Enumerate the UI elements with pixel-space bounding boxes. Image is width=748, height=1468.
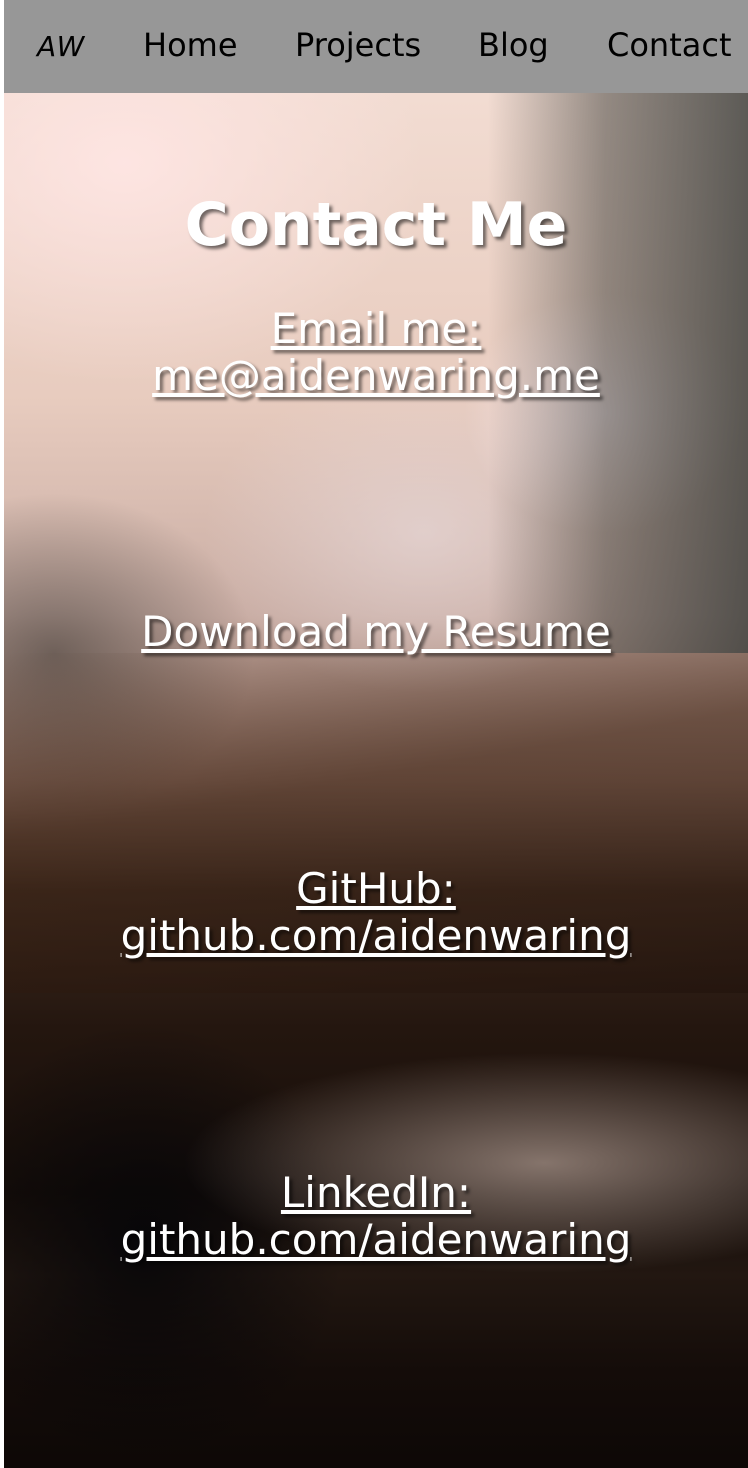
email-address: me@aidenwaring.me xyxy=(152,351,600,400)
nav-link-projects[interactable]: Projects xyxy=(295,25,421,65)
nav-link-contact[interactable]: Contact xyxy=(607,25,732,65)
email-label: Email me: xyxy=(270,304,482,353)
site-logo[interactable]: AW xyxy=(37,29,85,65)
nav-link-blog[interactable]: Blog xyxy=(478,25,549,65)
linkedin-label: LinkedIn: xyxy=(280,1168,472,1217)
page-title: Contact Me xyxy=(184,190,568,260)
page: AW Home Projects Blog Contact Contact Me… xyxy=(4,0,748,1468)
resume-label: Download my Resume xyxy=(141,607,611,656)
email-link[interactable]: Email me: me@aidenwaring.me xyxy=(76,305,676,399)
github-label: GitHub: xyxy=(296,864,456,913)
download-resume-link[interactable]: Download my Resume xyxy=(76,608,676,655)
github-url: github.com/aidenwaring xyxy=(120,911,632,960)
github-link[interactable]: GitHub: github.com/aidenwaring xyxy=(76,865,676,959)
linkedin-link[interactable]: LinkedIn: github.com/aidenwaring xyxy=(76,1169,676,1263)
linkedin-url: github.com/aidenwaring xyxy=(120,1215,632,1264)
nav-link-home[interactable]: Home xyxy=(143,25,238,65)
top-navbar: AW Home Projects Blog Contact xyxy=(4,0,748,93)
